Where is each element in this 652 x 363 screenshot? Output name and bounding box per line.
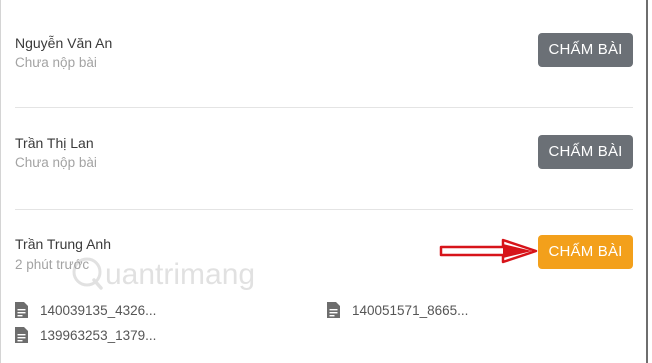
watermark-logo: uantrimang bbox=[72, 257, 255, 291]
attachment-name: 140039135_4326... bbox=[40, 302, 157, 318]
student-name: Nguyễn Văn An bbox=[15, 35, 113, 51]
row-divider bbox=[15, 107, 633, 108]
grade-button[interactable]: CHẤM BÀI bbox=[538, 33, 633, 67]
submission-status: Chưa nộp bài bbox=[15, 155, 97, 170]
document-icon bbox=[15, 302, 28, 318]
attachment-file[interactable]: 140051571_8665... bbox=[327, 302, 468, 318]
grade-button-active[interactable]: CHẤM BÀI bbox=[538, 235, 633, 269]
annotation-arrow-icon bbox=[439, 238, 538, 264]
grade-button[interactable]: CHẤM BÀI bbox=[538, 135, 633, 169]
submission-list: Nguyễn Văn An Chưa nộp bài CHẤM BÀI Trần… bbox=[0, 0, 648, 363]
document-icon bbox=[15, 327, 28, 343]
watermark-text: uantrimang bbox=[105, 258, 255, 291]
document-icon bbox=[327, 302, 340, 318]
attachment-name: 139963253_1379... bbox=[40, 327, 157, 343]
row-divider bbox=[15, 209, 633, 210]
attachment-name: 140051571_8665... bbox=[352, 302, 469, 318]
student-name: Trần Thị Lan bbox=[15, 135, 94, 151]
submission-status: Chưa nộp bài bbox=[15, 55, 97, 70]
attachment-file[interactable]: 139963253_1379... bbox=[15, 327, 156, 343]
attachment-file[interactable]: 140039135_4326... bbox=[15, 302, 156, 318]
